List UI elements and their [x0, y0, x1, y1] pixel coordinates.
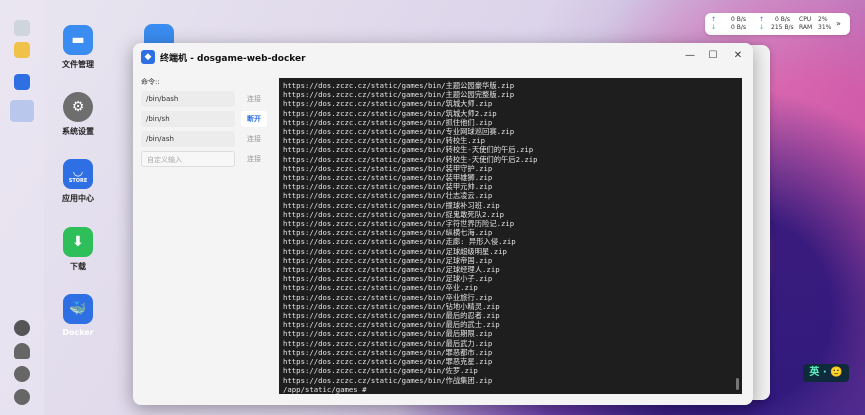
ime-indicator[interactable]: 英 · 🙂 [803, 364, 849, 382]
upload-arrow-icon: ↑ [711, 16, 717, 23]
cpu-value: 2% [818, 16, 828, 23]
custom-command-input[interactable]: 自定义输入 [141, 151, 235, 167]
desktop-icon-label: 文件管理 [62, 60, 94, 69]
download-arrow-icon: ↓ [711, 24, 717, 31]
command-bash: /bin/bash [141, 91, 235, 107]
terminal-line: https://dos.zczc.cz/static/games/bin/卒业.… [283, 283, 478, 293]
monitor-icon[interactable] [14, 20, 30, 36]
command-ash: /bin/ash [141, 131, 235, 147]
terminal-output[interactable]: https://dos.zczc.cz/static/games/bin/主题公… [279, 78, 742, 394]
window-titlebar[interactable]: ◆ 终端机 - dosgame-web-docker — ☐ ✕ [133, 43, 753, 71]
store-badge: STORE [68, 178, 88, 184]
terminal-line: https://dos.zczc.cz/static/games/bin/走廊:… [283, 237, 516, 247]
apps-grid-icon[interactable] [14, 42, 30, 58]
status-icon[interactable] [14, 320, 30, 336]
folder-icon: ▬ [63, 25, 93, 55]
desktop-icon-label: 系统设置 [62, 127, 94, 136]
terminal-line: https://dos.zczc.cz/static/games/bin/筑城大… [283, 99, 493, 109]
desktop-icon-download[interactable]: ⬇ 下载 [48, 227, 108, 272]
terminal-scrollbar[interactable] [736, 378, 739, 390]
terminal-line: https://dos.zczc.cz/static/games/bin/最后武… [283, 338, 493, 348]
terminal-prompt: /app/static/games # [283, 384, 371, 394]
terminal-line: https://dos.zczc.cz/static/games/bin/最后期… [283, 329, 493, 339]
connect-custom-button[interactable]: 连接 [241, 151, 267, 167]
upload-rate: 0 B/s [731, 16, 746, 23]
terminal-line: https://dos.zczc.cz/static/games/bin/转校生… [283, 145, 534, 155]
left-dock [0, 0, 44, 415]
terminal-line: https://dos.zczc.cz/static/games/bin/筑城大… [283, 108, 497, 118]
terminal-line: https://dos.zczc.cz/static/games/bin/转校生… [283, 154, 538, 164]
terminal-line: https://dos.zczc.cz/static/games/bin/壮志凌… [283, 191, 493, 201]
gear-icon: ⚙ [63, 92, 93, 122]
terminal-line: https://dos.zczc.cz/static/games/bin/足球经… [283, 265, 500, 275]
terminal-line: https://dos.zczc.cz/static/games/bin/足球帝… [283, 255, 493, 265]
command-sh: /bin/sh [141, 111, 235, 127]
docker-dock-icon[interactable] [14, 74, 30, 90]
terminal-line: https://dos.zczc.cz/static/games/bin/作战集… [283, 375, 493, 385]
terminal-line: https://dos.zczc.cz/static/games/bin/足球小… [283, 274, 493, 284]
docker-app-icon: ◆ [141, 50, 155, 64]
terminal-line: https://dos.zczc.cz/static/games/bin/装甲元… [283, 182, 493, 192]
terminal-line: https://dos.zczc.cz/static/games/bin/字符世… [283, 219, 515, 229]
maximize-button[interactable]: ☐ [706, 49, 720, 63]
system-monitor-widget[interactable]: ↑ ↓ 0 B/s 0 B/s ↑ ↓ 0 B/s 215 B/s CPU RA… [705, 13, 850, 35]
terminal-line: https://dos.zczc.cz/static/games/bin/抓住他… [283, 117, 493, 127]
connect-ash-button[interactable]: 连接 [241, 131, 267, 147]
terminal-line: https://dos.zczc.cz/static/games/bin/纵横七… [283, 228, 493, 238]
download-arrow-icon: ↓ [759, 24, 765, 31]
terminal-line: https://dos.zczc.cz/static/games/bin/罪恶都… [283, 347, 493, 357]
docker-icon: 🐳 [63, 294, 93, 324]
desktop-icon-settings[interactable]: ⚙ 系统设置 [48, 92, 108, 137]
terminal-line: https://dos.zczc.cz/static/games/bin/主题公… [283, 81, 515, 90]
terminal-line: https://dos.zczc.cz/static/games/bin/专业网… [283, 127, 515, 137]
upload-arrow-icon: ↑ [759, 16, 765, 23]
user-icon[interactable] [14, 366, 30, 382]
store-icon: ◡ STORE [63, 159, 93, 189]
terminal-line: https://dos.zczc.cz/static/games/bin/最后的… [283, 320, 500, 330]
download-rate: 0 B/s [731, 24, 746, 31]
terminal-line: https://dos.zczc.cz/static/games/bin/主题公… [283, 90, 515, 100]
desktop-icon-label: 下载 [70, 262, 86, 271]
window-title: 终端机 - dosgame-web-docker [160, 54, 306, 64]
terminal-lines: https://dos.zczc.cz/static/games/bin/主题公… [279, 81, 538, 394]
collapse-chevron-icon[interactable]: » [836, 19, 841, 28]
terminal-line: https://dos.zczc.cz/static/games/bin/足球超… [283, 246, 507, 256]
terminal-line: https://dos.zczc.cz/static/games/bin/最后的… [283, 311, 500, 321]
upload-rate-2: 0 B/s [775, 16, 790, 23]
connect-bash-button[interactable]: 连接 [241, 91, 267, 107]
terminal-line: https://dos.zczc.cz/static/games/bin/撞球补… [283, 200, 500, 210]
close-button[interactable]: ✕ [731, 49, 745, 63]
terminal-line: https://dos.zczc.cz/static/games/bin/装甲守… [283, 163, 493, 173]
terminal-line: https://dos.zczc.cz/static/games/bin/佐罗.… [283, 366, 478, 376]
download-icon: ⬇ [63, 227, 93, 257]
disconnect-sh-button[interactable]: 断开 [241, 111, 267, 127]
ram-label: RAM [799, 24, 813, 31]
desktop-icon-docker[interactable]: 🐳 Docker [48, 294, 108, 337]
download-rate-2: 215 B/s [771, 24, 794, 31]
terminal-line: https://dos.zczc.cz/static/games/bin/卒业旅… [283, 292, 493, 302]
desktop-icon-store[interactable]: ◡ STORE 应用中心 [48, 159, 108, 204]
terminal-line: https://dos.zczc.cz/static/games/bin/钻地小… [283, 301, 500, 311]
terminal-line: https://dos.zczc.cz/static/games/bin/捉鬼敢… [283, 209, 504, 219]
desktop-icon-label: 应用中心 [62, 194, 94, 203]
terminal-window: ◆ 终端机 - dosgame-web-docker — ☐ ✕ 命令:: /b… [133, 43, 753, 405]
desktop-icon-label: Docker [62, 328, 94, 337]
desktop-icon-files[interactable]: ▬ 文件管理 [48, 25, 108, 70]
ram-value: 31% [818, 24, 832, 31]
cpu-label: CPU [799, 16, 812, 23]
terminal-line: https://dos.zczc.cz/static/games/bin/装甲雄… [283, 173, 493, 183]
bell-icon[interactable] [14, 343, 30, 359]
settings-dock-icon[interactable] [14, 389, 30, 405]
command-label: 命令:: [141, 78, 160, 86]
minimize-button[interactable]: — [683, 49, 697, 63]
terminal-line: https://dos.zczc.cz/static/games/bin/罪恶克… [283, 357, 493, 367]
terminal-dock-icon-active[interactable] [10, 100, 34, 122]
terminal-line: https://dos.zczc.cz/static/games/bin/转校生… [283, 136, 486, 146]
